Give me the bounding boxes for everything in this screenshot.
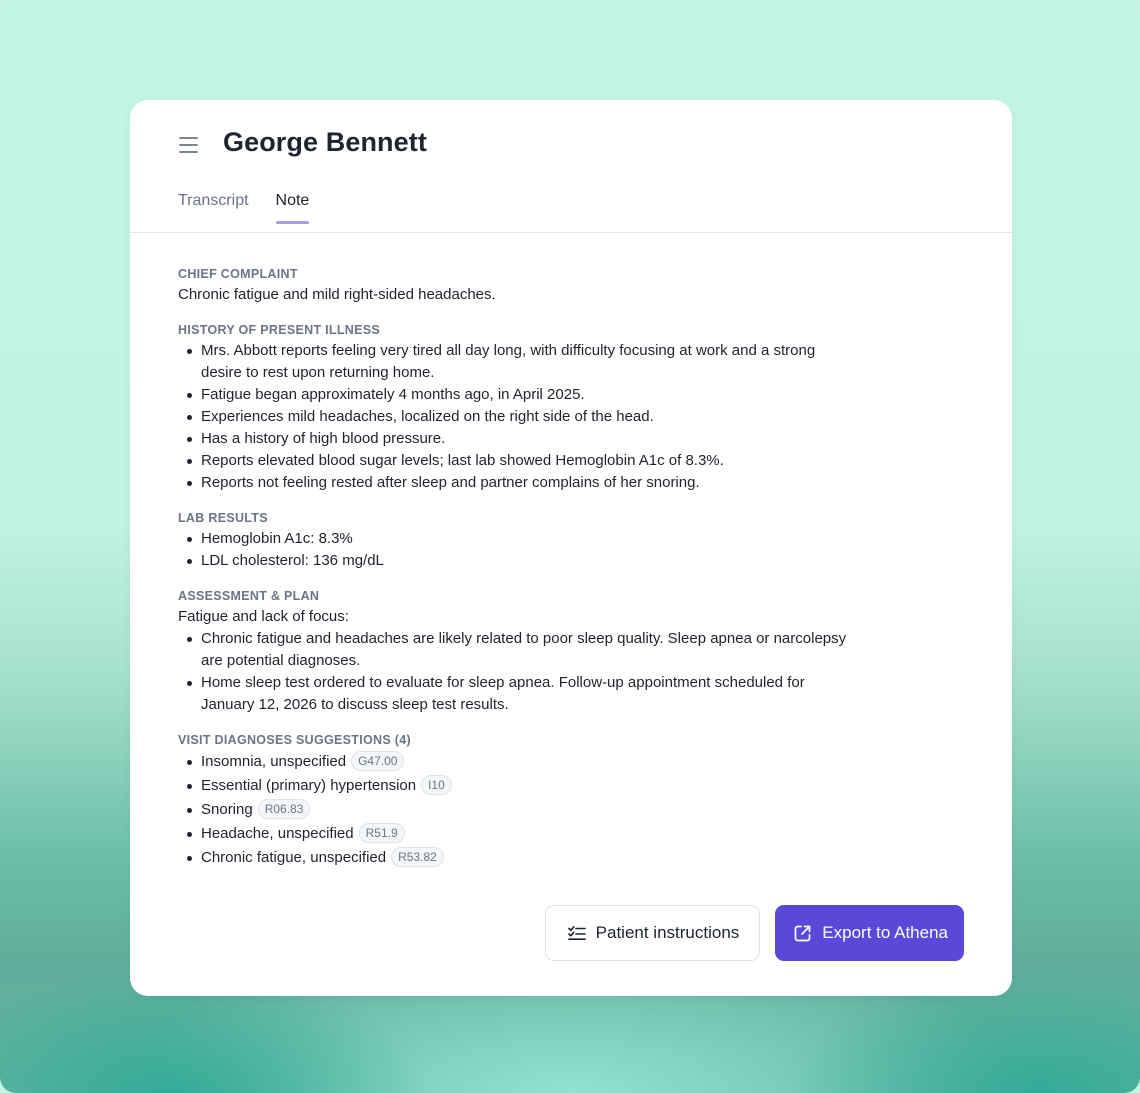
diagnosis-item: Insomnia, unspecified G47.00	[178, 750, 858, 774]
diagnosis-code-badge[interactable]: R53.82	[391, 847, 444, 867]
export-to-athena-label: Export to Athena	[822, 923, 948, 942]
diagnoses-list: Insomnia, unspecified G47.00 Essential (p…	[178, 750, 858, 870]
list-item: Reports elevated blood sugar levels; las…	[178, 450, 858, 472]
chief-complaint-heading: CHIEF COMPLAINT	[178, 267, 298, 281]
note-card: George Bennett Transcript Note CHIEF COM…	[130, 100, 1012, 996]
list-item: Has a history of high blood pressure.	[178, 428, 858, 450]
chief-complaint-text: Chronic fatigue and mild right-sided hea…	[178, 286, 496, 303]
assessment-plan-section: ASSESSMENT & PLAN Fatigue and lack of fo…	[178, 588, 858, 716]
hpi-section: HISTORY OF PRESENT ILLNESS Mrs. Abbott r…	[178, 322, 858, 494]
hamburger-menu-icon[interactable]	[178, 136, 200, 154]
diagnosis-item: Snoring R06.83	[178, 798, 858, 822]
diagnosis-item: Chronic fatigue, unspecified R53.82	[178, 846, 858, 870]
list-item: Home sleep test ordered to evaluate for …	[178, 672, 858, 716]
list-item: LDL cholesterol: 136 mg/dL	[178, 550, 858, 572]
patient-instructions-label: Patient instructions	[595, 923, 740, 942]
assessment-plan-intro: Fatigue and lack of focus:	[178, 608, 349, 625]
diagnosis-code-badge[interactable]: I10	[421, 775, 452, 795]
assessment-plan-list: Chronic fatigue and headaches are likely…	[178, 628, 858, 716]
note-content: CHIEF COMPLAINT Chronic fatigue and mild…	[178, 266, 858, 886]
diagnosis-item: Headache, unspecified R51.9	[178, 822, 858, 846]
diagnosis-code-badge[interactable]: G47.00	[351, 751, 405, 771]
lab-results-list: Hemoglobin A1c: 8.3% LDL cholesterol: 13…	[178, 528, 858, 572]
patient-instructions-button[interactable]: Patient instructions	[544, 905, 761, 961]
list-item: Experiences mild headaches, localized on…	[178, 406, 858, 428]
tab-transcript[interactable]: Transcript	[178, 192, 249, 223]
diagnosis-code-badge[interactable]: R51.9	[358, 823, 405, 843]
checklist-icon	[567, 925, 586, 941]
list-item: Hemoglobin A1c: 8.3%	[178, 528, 858, 550]
list-item: Chronic fatigue and headaches are likely…	[178, 628, 858, 672]
diagnosis-item: Essential (primary) hypertension I10	[178, 774, 858, 798]
diagnosis-label: Chronic fatigue, unspecified	[201, 849, 387, 866]
lab-results-section: LAB RESULTS Hemoglobin A1c: 8.3% LDL cho…	[178, 510, 858, 572]
diagnoses-heading: VISIT DIAGNOSES SUGGESTIONS (4)	[178, 733, 411, 747]
patient-name-title: George Bennett	[223, 127, 427, 157]
list-item: Reports not feeling rested after sleep a…	[178, 472, 858, 494]
note-tabs: Transcript Note	[178, 192, 309, 224]
note-actions: Patient instructions Export to Athena	[544, 905, 964, 961]
hpi-heading: HISTORY OF PRESENT ILLNESS	[178, 323, 381, 337]
diagnosis-label: Headache, unspecified	[201, 825, 354, 842]
chief-complaint-section: CHIEF COMPLAINT Chronic fatigue and mild…	[178, 266, 858, 306]
hpi-list: Mrs. Abbott reports feeling very tired a…	[178, 340, 858, 494]
diagnosis-code-badge[interactable]: R06.83	[257, 799, 311, 819]
diagnoses-section: VISIT DIAGNOSES SUGGESTIONS (4) Insomnia…	[178, 732, 858, 870]
assessment-plan-heading: ASSESSMENT & PLAN	[178, 589, 320, 603]
note-header: George Bennett Transcript Note	[130, 100, 1012, 233]
list-item: Fatigue began approximately 4 months ago…	[178, 384, 858, 406]
diagnosis-label: Essential (primary) hypertension	[201, 777, 417, 794]
list-item: Mrs. Abbott reports feeling very tired a…	[178, 340, 858, 384]
export-to-athena-button[interactable]: Export to Athena	[775, 905, 964, 961]
diagnosis-label: Insomnia, unspecified	[201, 753, 347, 770]
diagnosis-label: Snoring	[201, 801, 253, 818]
external-link-icon	[793, 924, 812, 943]
lab-results-heading: LAB RESULTS	[178, 511, 268, 525]
tab-note[interactable]: Note	[275, 192, 309, 224]
